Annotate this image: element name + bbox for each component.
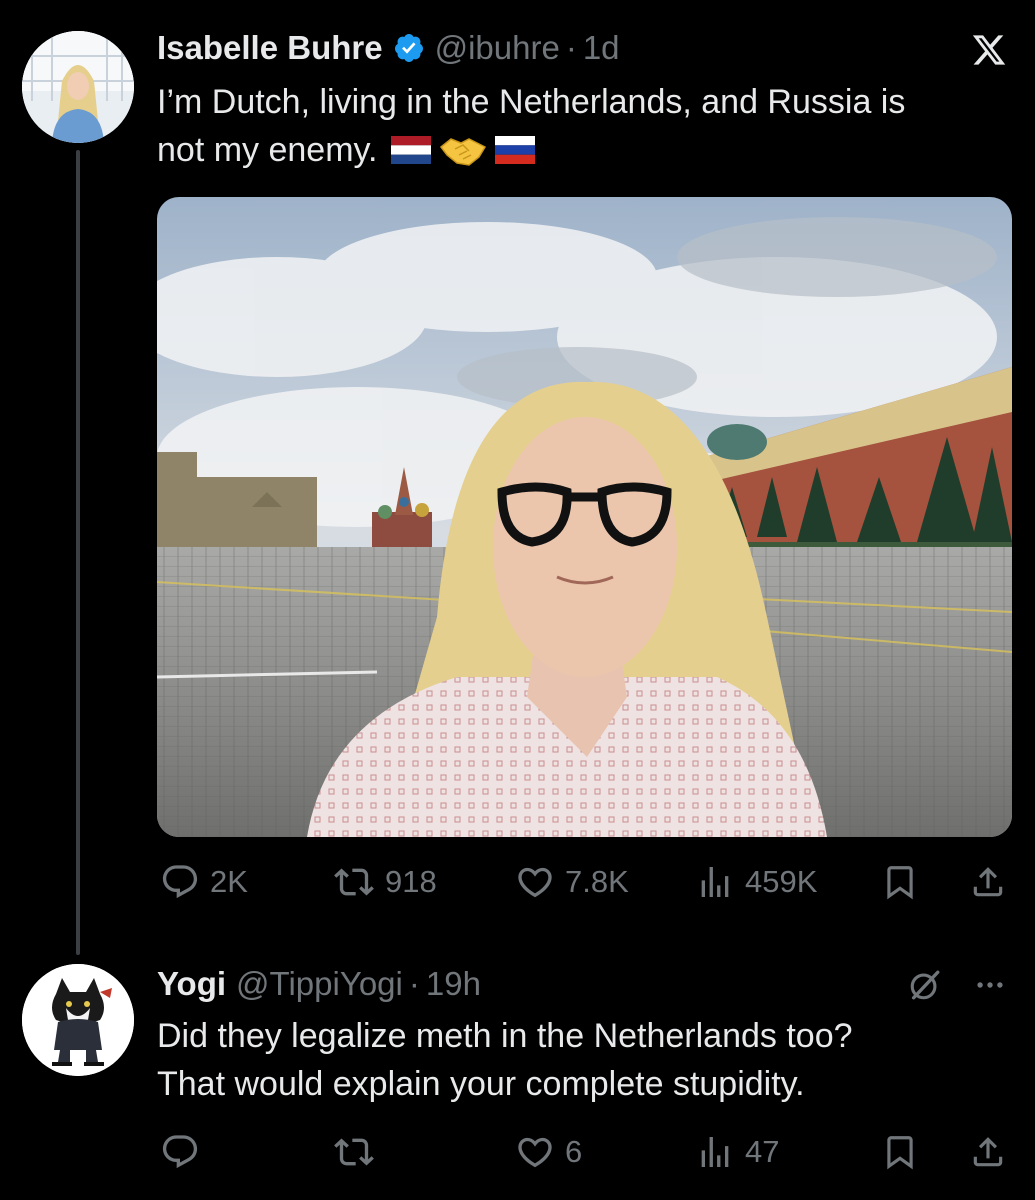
repost-icon [334, 868, 374, 896]
tweet-text-line-1: I’m Dutch, living in the Netherlands, an… [157, 83, 906, 121]
reply-views-count: 47 [745, 1134, 780, 1169]
reply-author-handle[interactable]: @TippiYogi [236, 965, 403, 1003]
repost-button[interactable]: 918 [333, 860, 437, 904]
like-count: 7.8K [565, 864, 629, 899]
author-name[interactable]: Isabelle Buhre [157, 29, 383, 67]
author-avatar[interactable] [22, 31, 134, 143]
share-icon [973, 1137, 1003, 1167]
handshake-emoji [439, 133, 487, 167]
bookmark-button[interactable] [878, 860, 922, 904]
views-button[interactable]: 459K [695, 860, 817, 904]
like-icon [518, 1137, 552, 1168]
reply-repost-button[interactable] [333, 1130, 385, 1174]
repost-count: 918 [385, 864, 437, 899]
reply-reply-button[interactable] [160, 1130, 210, 1174]
share-icon [973, 867, 1003, 897]
x-logo-icon[interactable] [968, 30, 1010, 70]
reply-like-button[interactable]: 6 [515, 1130, 582, 1174]
tweet-text-line-2: not my enemy. [157, 131, 378, 169]
more-icon[interactable] [968, 964, 1012, 1006]
reply-text: Did they legalize meth in the Netherland… [157, 1012, 1017, 1108]
verified-badge-icon [393, 32, 425, 64]
views-icon [701, 867, 729, 897]
reply-icon [162, 865, 198, 899]
views-count: 459K [745, 864, 818, 899]
reply-timestamp[interactable]: 19h [426, 965, 481, 1003]
bookmark-icon [887, 1136, 913, 1170]
reply-bookmark-button[interactable] [878, 1130, 922, 1174]
reply-share-button[interactable] [966, 1130, 1010, 1174]
reply-text-line-1: Did they legalize meth in the Netherland… [157, 1017, 853, 1055]
tweet-text: I’m Dutch, living in the Netherlands, an… [157, 78, 1017, 174]
netherlands-flag-emoji [391, 136, 432, 164]
reply-icon [162, 1135, 198, 1169]
like-icon [518, 867, 552, 898]
reply-author-avatar[interactable] [22, 964, 134, 1076]
reply-views-button[interactable]: 47 [695, 1130, 779, 1174]
like-button[interactable]: 7.8K [515, 860, 629, 904]
views-icon [701, 1137, 729, 1167]
thread-connector-line [76, 150, 80, 955]
reply-author-name[interactable]: Yogi [157, 965, 226, 1003]
author-handle[interactable]: @ibuhre [435, 29, 560, 67]
reply-like-count: 6 [565, 1134, 583, 1169]
reply-count: 2K [210, 864, 248, 899]
reply-text-line-2: That would explain your complete stupidi… [157, 1065, 805, 1103]
russia-flag-emoji [495, 136, 536, 164]
tweet-timestamp[interactable]: 1d [583, 29, 620, 67]
tweet-photo[interactable] [157, 197, 1012, 837]
share-button[interactable] [966, 860, 1010, 904]
reply-button[interactable]: 2K [160, 860, 248, 904]
reply-meta-separator: · [408, 965, 420, 1002]
repost-icon [334, 1138, 374, 1166]
meta-separator: · [565, 29, 577, 66]
grok-icon[interactable] [904, 964, 946, 1006]
bookmark-icon [887, 866, 913, 900]
